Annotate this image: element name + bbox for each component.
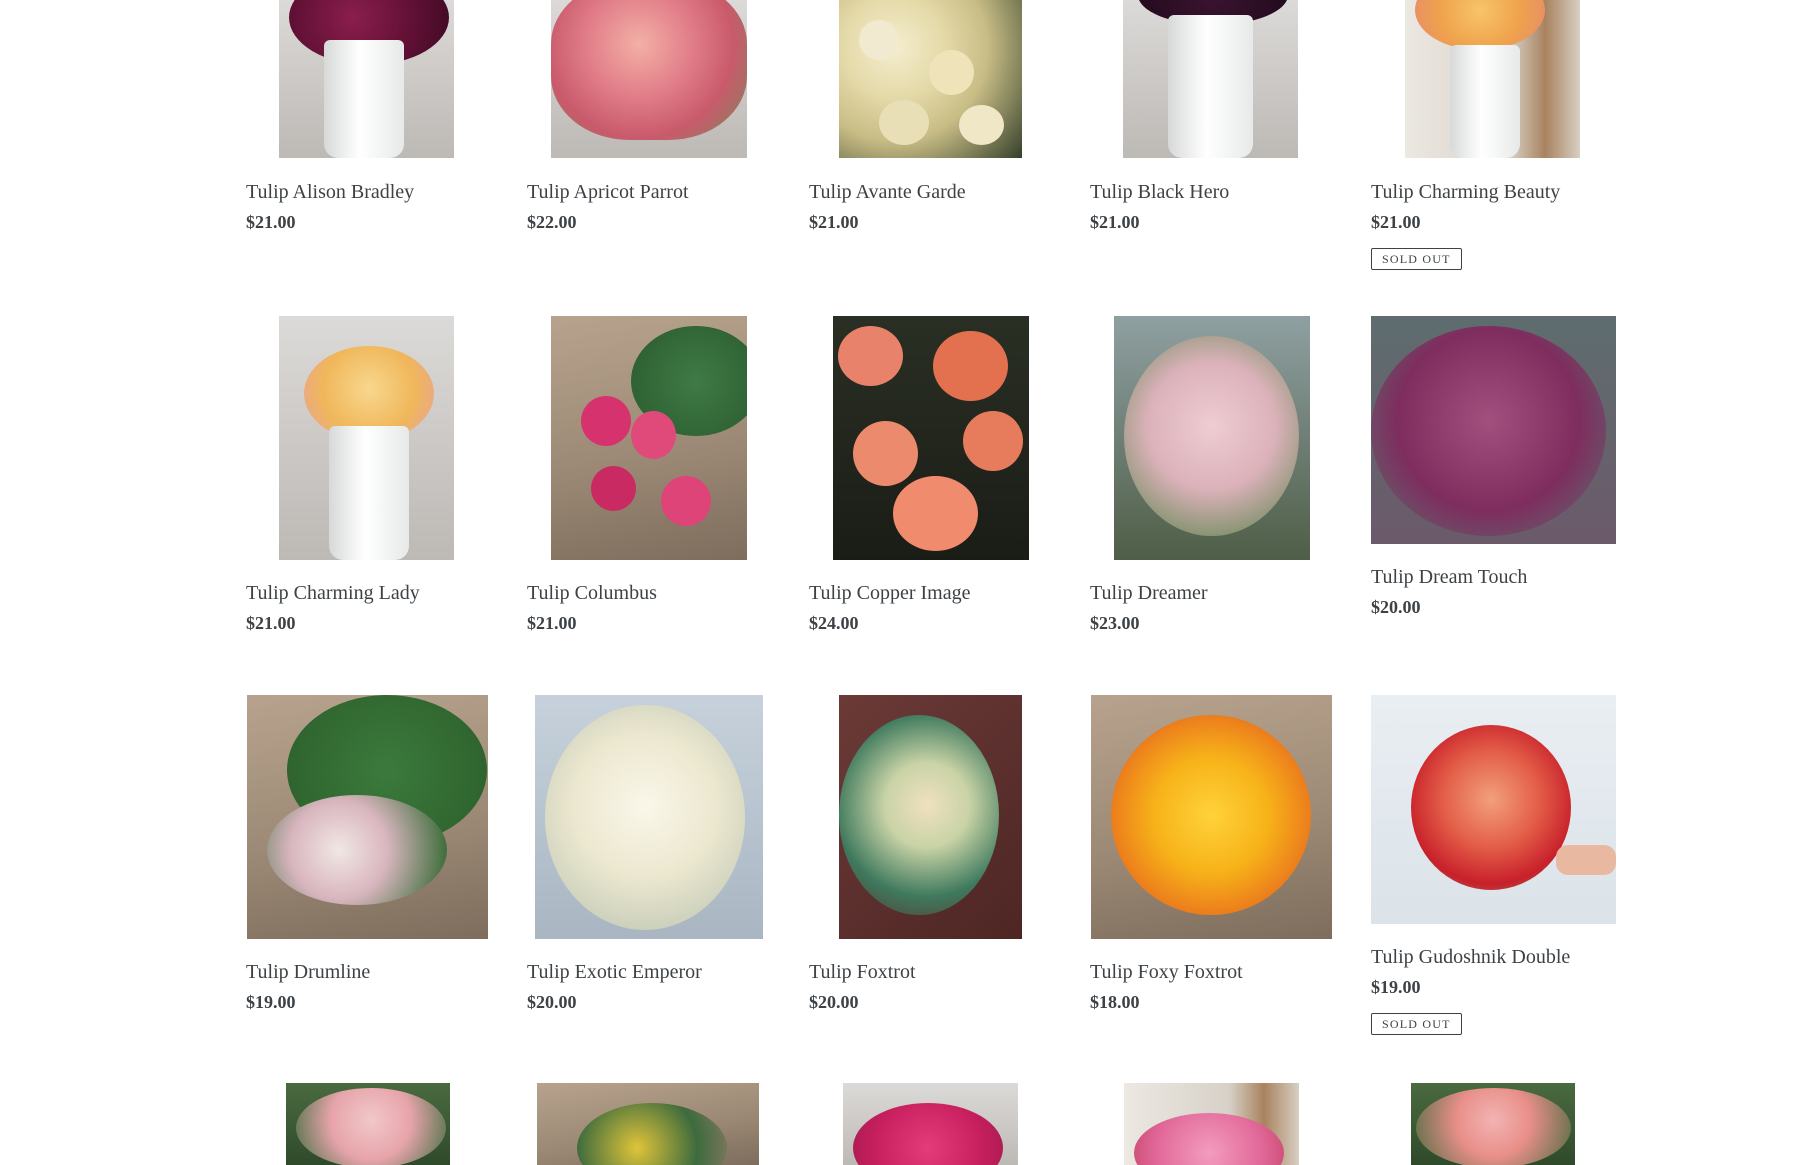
product-title[interactable]: Tulip Dreamer xyxy=(1090,581,1208,605)
product-image[interactable] xyxy=(833,316,1029,560)
product-image[interactable] xyxy=(1091,695,1332,939)
product-image[interactable] xyxy=(247,695,488,939)
product-card[interactable]: Tulip Dreamer $23.00 xyxy=(1090,316,1370,646)
product-title[interactable]: Tulip Avante Garde xyxy=(809,180,966,204)
product-title[interactable]: Tulip Charming Beauty xyxy=(1371,180,1560,204)
product-card[interactable]: Tulip Alison Bradley $21.00 xyxy=(246,0,526,240)
product-card[interactable]: Tulip Dream Touch $20.00 xyxy=(1371,316,1651,646)
product-card[interactable]: Tulip Drumline $19.00 xyxy=(246,695,526,1025)
product-price: $21.00 xyxy=(246,212,296,232)
product-card[interactable]: Tulip Avante Garde $21.00 xyxy=(809,0,1089,240)
product-card[interactable] xyxy=(809,1083,1089,1165)
product-price: $24.00 xyxy=(809,613,859,633)
product-card[interactable]: Tulip Apricot Parrot $22.00 xyxy=(527,0,807,240)
product-card[interactable]: Tulip Foxy Foxtrot $18.00 xyxy=(1090,695,1370,1025)
product-card[interactable] xyxy=(1371,1083,1651,1165)
product-price: $21.00 xyxy=(1371,212,1421,232)
product-title[interactable]: Tulip Charming Lady xyxy=(246,581,420,605)
sold-out-badge: Sold out xyxy=(1371,1013,1462,1035)
product-image[interactable] xyxy=(1371,316,1616,544)
product-price: $21.00 xyxy=(246,613,296,633)
product-title[interactable]: Tulip Alison Bradley xyxy=(246,180,414,204)
product-image[interactable] xyxy=(1411,1083,1575,1165)
product-price: $18.00 xyxy=(1090,992,1140,1012)
product-image[interactable] xyxy=(551,0,747,158)
product-image[interactable] xyxy=(279,316,454,560)
product-image[interactable] xyxy=(537,1083,759,1165)
product-image[interactable] xyxy=(839,695,1022,939)
product-card[interactable]: Tulip Exotic Emperor $20.00 xyxy=(527,695,807,1025)
product-title[interactable]: Tulip Black Hero xyxy=(1090,180,1229,204)
product-image[interactable] xyxy=(535,695,763,939)
product-image[interactable] xyxy=(1114,316,1310,560)
product-price: $20.00 xyxy=(1371,597,1421,617)
product-title[interactable]: Tulip Columbus xyxy=(527,581,657,605)
product-card[interactable]: Tulip Black Hero $21.00 xyxy=(1090,0,1370,240)
product-price: $21.00 xyxy=(809,212,859,232)
product-title[interactable]: Tulip Gudoshnik Double xyxy=(1371,945,1570,969)
product-card[interactable]: Tulip Gudoshnik Double $19.00 Sold out xyxy=(1371,695,1651,1055)
product-grid: Tulip Alison Bradley $21.00 Tulip Aprico… xyxy=(0,0,1816,1165)
product-price: $23.00 xyxy=(1090,613,1140,633)
product-title[interactable]: Tulip Apricot Parrot xyxy=(527,180,689,204)
product-image[interactable] xyxy=(843,1083,1018,1165)
product-price: $19.00 xyxy=(246,992,296,1012)
product-card[interactable]: Tulip Copper Image $24.00 xyxy=(809,316,1089,646)
product-price: $21.00 xyxy=(1090,212,1140,232)
product-price: $20.00 xyxy=(809,992,859,1012)
product-image[interactable] xyxy=(1405,0,1580,158)
product-title[interactable]: Tulip Drumline xyxy=(246,960,370,984)
product-card[interactable]: Tulip Columbus $21.00 xyxy=(527,316,807,646)
product-card[interactable] xyxy=(246,1083,526,1165)
product-image[interactable] xyxy=(839,0,1022,158)
product-card[interactable] xyxy=(1090,1083,1370,1165)
product-price: $22.00 xyxy=(527,212,577,232)
product-card[interactable]: Tulip Foxtrot $20.00 xyxy=(809,695,1089,1025)
product-title[interactable]: Tulip Dream Touch xyxy=(1371,565,1527,589)
product-title[interactable]: Tulip Foxy Foxtrot xyxy=(1090,960,1243,984)
product-image[interactable] xyxy=(286,1083,450,1165)
product-price: $21.00 xyxy=(527,613,577,633)
product-title[interactable]: Tulip Foxtrot xyxy=(809,960,916,984)
product-title[interactable]: Tulip Copper Image xyxy=(809,581,970,605)
product-title[interactable]: Tulip Exotic Emperor xyxy=(527,960,702,984)
product-price: $19.00 xyxy=(1371,977,1421,997)
product-image[interactable] xyxy=(551,316,747,560)
product-card[interactable]: Tulip Charming Lady $21.00 xyxy=(246,316,526,646)
product-image[interactable] xyxy=(1371,695,1616,924)
product-image[interactable] xyxy=(1124,1083,1299,1165)
product-card[interactable]: Tulip Charming Beauty $21.00 Sold out xyxy=(1371,0,1651,280)
product-image[interactable] xyxy=(279,0,454,158)
sold-out-badge: Sold out xyxy=(1371,248,1462,270)
product-price: $20.00 xyxy=(527,992,577,1012)
product-image[interactable] xyxy=(1123,0,1298,158)
product-card[interactable] xyxy=(527,1083,807,1165)
